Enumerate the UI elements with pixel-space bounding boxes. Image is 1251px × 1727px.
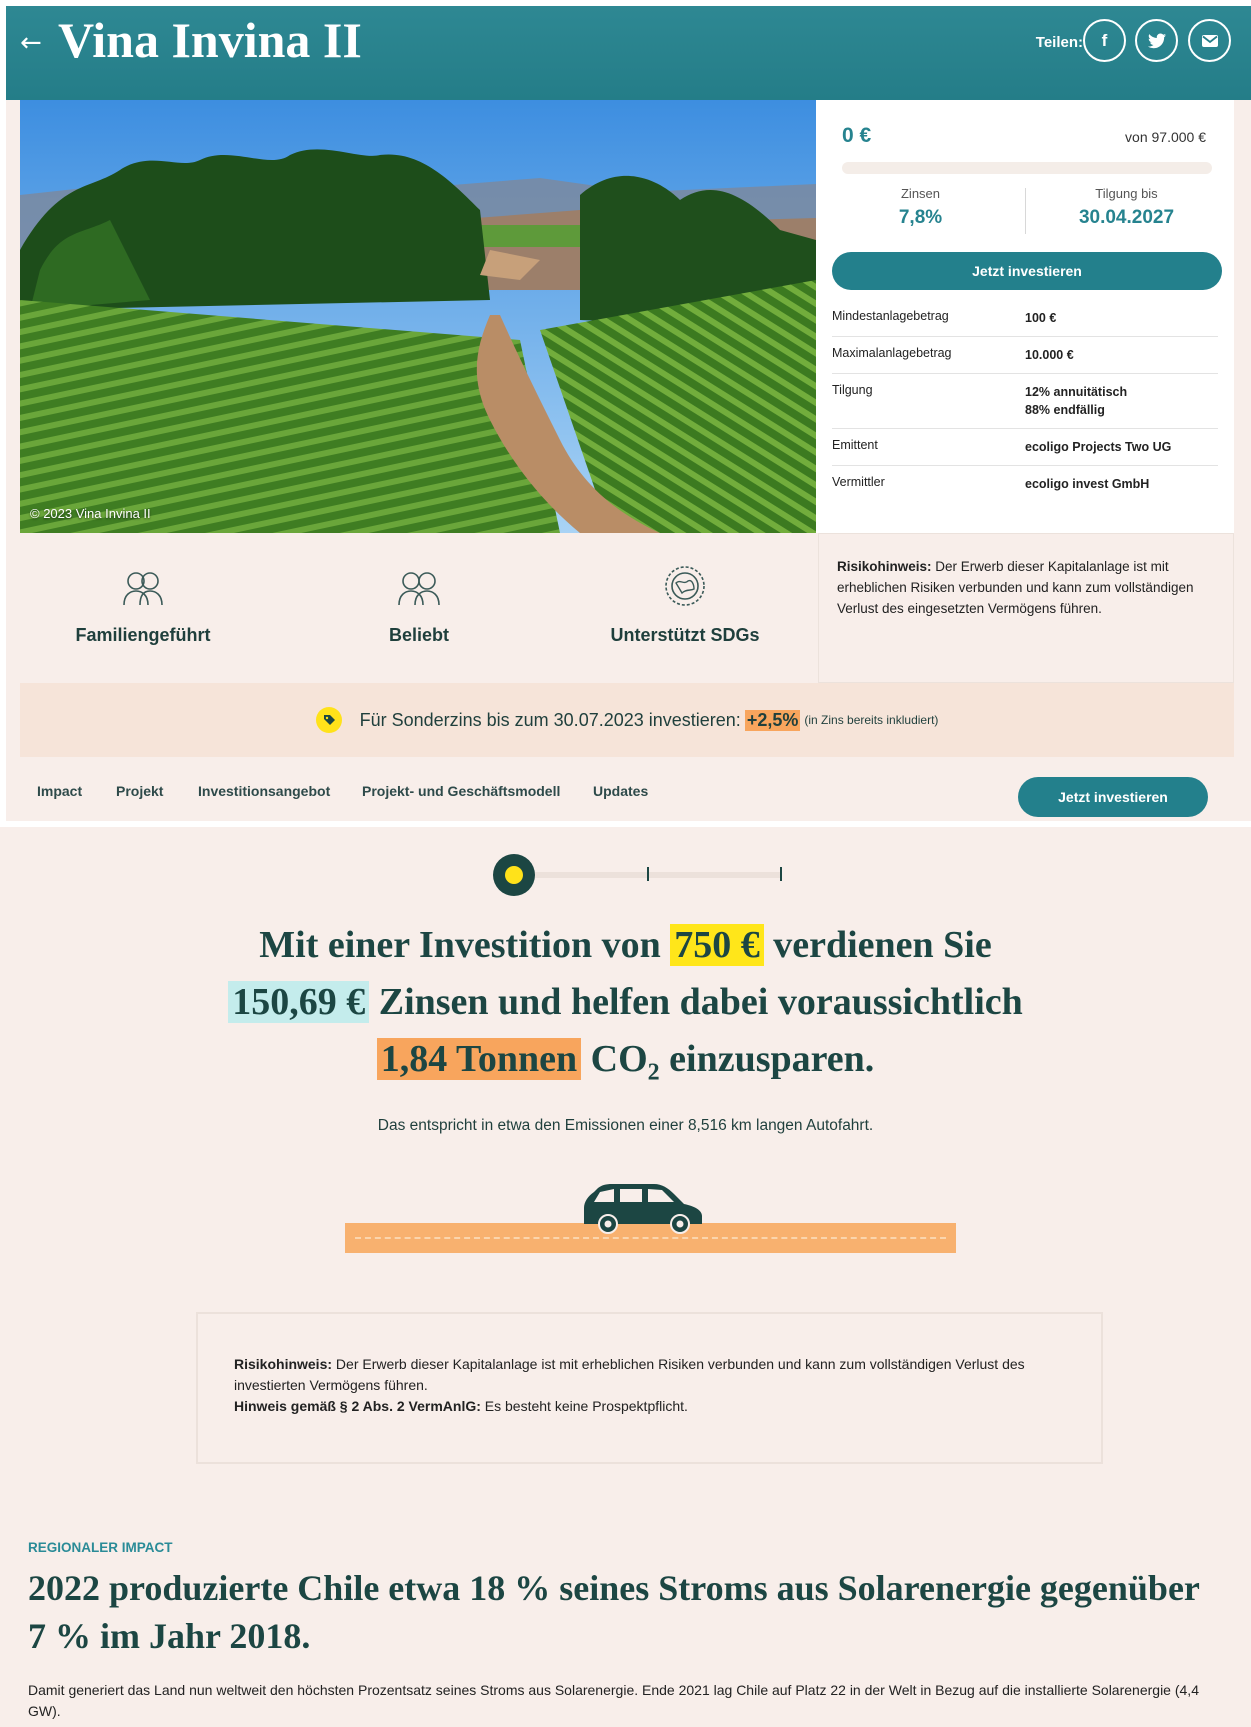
bonus-interest-banner: Für Sonderzins bis zum 30.07.2023 invest…	[20, 683, 1234, 757]
risk-notice-title: Risikohinweis:	[234, 1356, 333, 1372]
interest-kpi: Zinsen 7,8%	[828, 186, 1013, 229]
mail-icon	[1201, 34, 1218, 47]
detail-value: 100 €	[1025, 311, 1057, 325]
facebook-share-button[interactable]: f	[1083, 19, 1126, 62]
project-features: Familiengeführt Beliebt Unterstützt SDGs	[20, 533, 816, 683]
detail-row-repayment: Tilgung 12% annuitätisch 88% endfällig	[832, 374, 1218, 429]
detail-key: Tilgung	[832, 383, 873, 397]
regional-impact-eyebrow: REGIONALER IMPACT	[28, 1540, 173, 1555]
globe-icon	[665, 566, 705, 606]
section-navigation: Impact Projekt Investitionsangebot Proje…	[20, 757, 1234, 821]
funding-goal: von 97.000 €	[1125, 129, 1206, 145]
bonus-text: Für Sonderzins bis zum 30.07.2023 invest…	[359, 709, 741, 730]
feature-popular: Beliebt	[304, 563, 534, 646]
feature-label: Beliebt	[388, 625, 449, 645]
detail-key: Mindestanlagebetrag	[832, 309, 949, 323]
detail-row-broker: Vermittler ecoligo invest GmbH	[832, 466, 1218, 502]
page-title: Vina Invina II	[58, 12, 362, 68]
slider-tick	[647, 867, 649, 881]
sentence-part: Mit einer Investition von	[259, 924, 661, 966]
detail-value: ecoligo invest GmbH	[1025, 477, 1150, 491]
risk-notice: Risikohinweis: Der Erwerb dieser Kapital…	[818, 533, 1234, 683]
detail-key: Vermittler	[832, 475, 885, 489]
road-line	[355, 1237, 946, 1239]
risk-notice-text: Der Erwerb dieser Kapitalanlage ist mit …	[234, 1356, 1025, 1393]
impact-sentence: Mit einer Investition von 750 € verdiene…	[100, 917, 1151, 1102]
repayment-annuity: 12% annuitätisch	[1025, 385, 1128, 399]
current-amount: 0 €	[842, 124, 872, 147]
detail-value: ecoligo Projects Two UG	[1025, 440, 1172, 454]
share-label: Teilen:	[1035, 34, 1083, 51]
prospectus-notice-title: Hinweis gemäß § 2 Abs. 2 VermAnlG:	[234, 1398, 481, 1414]
sentence-part: Zinsen und helfen dabei voraussichtlich	[378, 981, 1023, 1023]
nav-item-impact[interactable]: Impact	[37, 783, 82, 799]
co2-highlight: 1,84 Tonnen	[376, 1038, 582, 1080]
bonus-percentage: +2,5%	[744, 709, 801, 731]
project-hero-image: © 2023 Vina Invina II	[20, 100, 816, 533]
nav-item-project[interactable]: Projekt	[116, 783, 163, 799]
regional-impact-text: Damit generiert das Land nun weltweit de…	[28, 1682, 1199, 1719]
impact-calculator-section: Mit einer Investition von 750 € verdiene…	[0, 827, 1251, 1727]
emission-equivalent: Das entspricht in etwa den Emissionen ei…	[377, 1117, 874, 1134]
regional-impact-title: 2022 produzierte Chile etwa 18 % seines …	[28, 1568, 1200, 1656]
investment-panel: 0 € von 97.000 € Zinsen 7,8% Tilgung bis…	[816, 100, 1234, 533]
investment-amount-highlight: 750 €	[670, 924, 764, 966]
nav-item-updates[interactable]: Updates	[593, 783, 648, 799]
car-icon	[584, 1184, 702, 1234]
repayment-bullet: 88% endfällig	[1025, 403, 1105, 417]
project-top-section: ← Vina Invina II Teilen: f © 2023 Vina I…	[6, 6, 1251, 821]
prospectus-notice-text: Es besteht keine Prospektpflicht.	[480, 1398, 688, 1414]
detail-row-minimum: Mindestanlagebetrag 100 €	[832, 300, 1218, 337]
investment-slider-track[interactable]	[520, 872, 780, 878]
facebook-icon: f	[1101, 30, 1108, 50]
repayment-kpi: Tilgung bis 30.04.2027	[1034, 186, 1219, 229]
sentence-part: einzusparen.	[669, 1038, 875, 1080]
detail-row-issuer: Emittent ecoligo Projects Two UG	[832, 429, 1218, 466]
people-icon	[398, 572, 440, 606]
interest-value: 7,8%	[898, 207, 943, 228]
kpi-divider	[1025, 188, 1026, 234]
twitter-share-button[interactable]	[1135, 19, 1178, 62]
detail-key: Maximalanlagebetrag	[832, 346, 952, 360]
risk-notice-title: Risikohinweis:	[837, 559, 932, 574]
feature-family-run: Familiengeführt	[28, 563, 258, 646]
twitter-icon	[1147, 33, 1166, 48]
sentence-part: verdienen Sie	[773, 924, 992, 966]
co2-subscript: 2	[647, 1059, 660, 1086]
back-arrow-icon[interactable]: ←	[20, 28, 42, 58]
detail-row-maximum: Maximalanlagebetrag 10.000 €	[832, 337, 1218, 374]
nav-invest-now-button[interactable]: Jetzt investieren	[1018, 777, 1208, 817]
slider-handle-dot	[505, 866, 523, 884]
feature-label: Familiengeführt	[75, 625, 211, 645]
repayment-label: Tilgung bis	[1095, 186, 1158, 201]
feature-label: Unterstützt SDGs	[610, 625, 760, 645]
photo-credit: © 2023 Vina Invina II	[30, 506, 151, 521]
investment-slider-handle[interactable]	[493, 854, 535, 896]
invest-now-button[interactable]: Jetzt investieren	[832, 252, 1222, 290]
slider-tick	[780, 867, 782, 881]
co2-label: CO2	[590, 1038, 660, 1086]
risk-notice-secondary: Risikohinweis: Der Erwerb dieser Kapital…	[196, 1312, 1103, 1464]
project-header: ← Vina Invina II Teilen: f	[6, 6, 1251, 100]
co2-text: CO	[590, 1038, 648, 1080]
interest-label: Zinsen	[900, 186, 941, 201]
investment-details: Mindestanlagebetrag 100 € Maximalanlageb…	[832, 300, 1218, 502]
repayment-value: 30.04.2027	[1078, 207, 1175, 228]
interest-highlight: 150,69 €	[228, 981, 370, 1023]
vineyard-photo	[20, 100, 816, 533]
email-share-button[interactable]	[1188, 19, 1231, 62]
detail-value: 12% annuitätisch 88% endfällig	[1025, 383, 1218, 419]
detail-key: Emittent	[832, 438, 878, 452]
feature-sdgs: Unterstützt SDGs	[570, 563, 800, 646]
family-icon	[123, 572, 163, 606]
funding-progress-bar	[842, 162, 1212, 174]
detail-value: 10.000 €	[1025, 348, 1074, 362]
tag-icon	[315, 707, 342, 733]
bonus-note: (in Zins bereits inkludiert)	[804, 713, 939, 727]
nav-item-business-model[interactable]: Projekt- und Geschäftsmodell	[362, 783, 560, 799]
nav-item-investment-offer[interactable]: Investitionsangebot	[198, 783, 330, 799]
